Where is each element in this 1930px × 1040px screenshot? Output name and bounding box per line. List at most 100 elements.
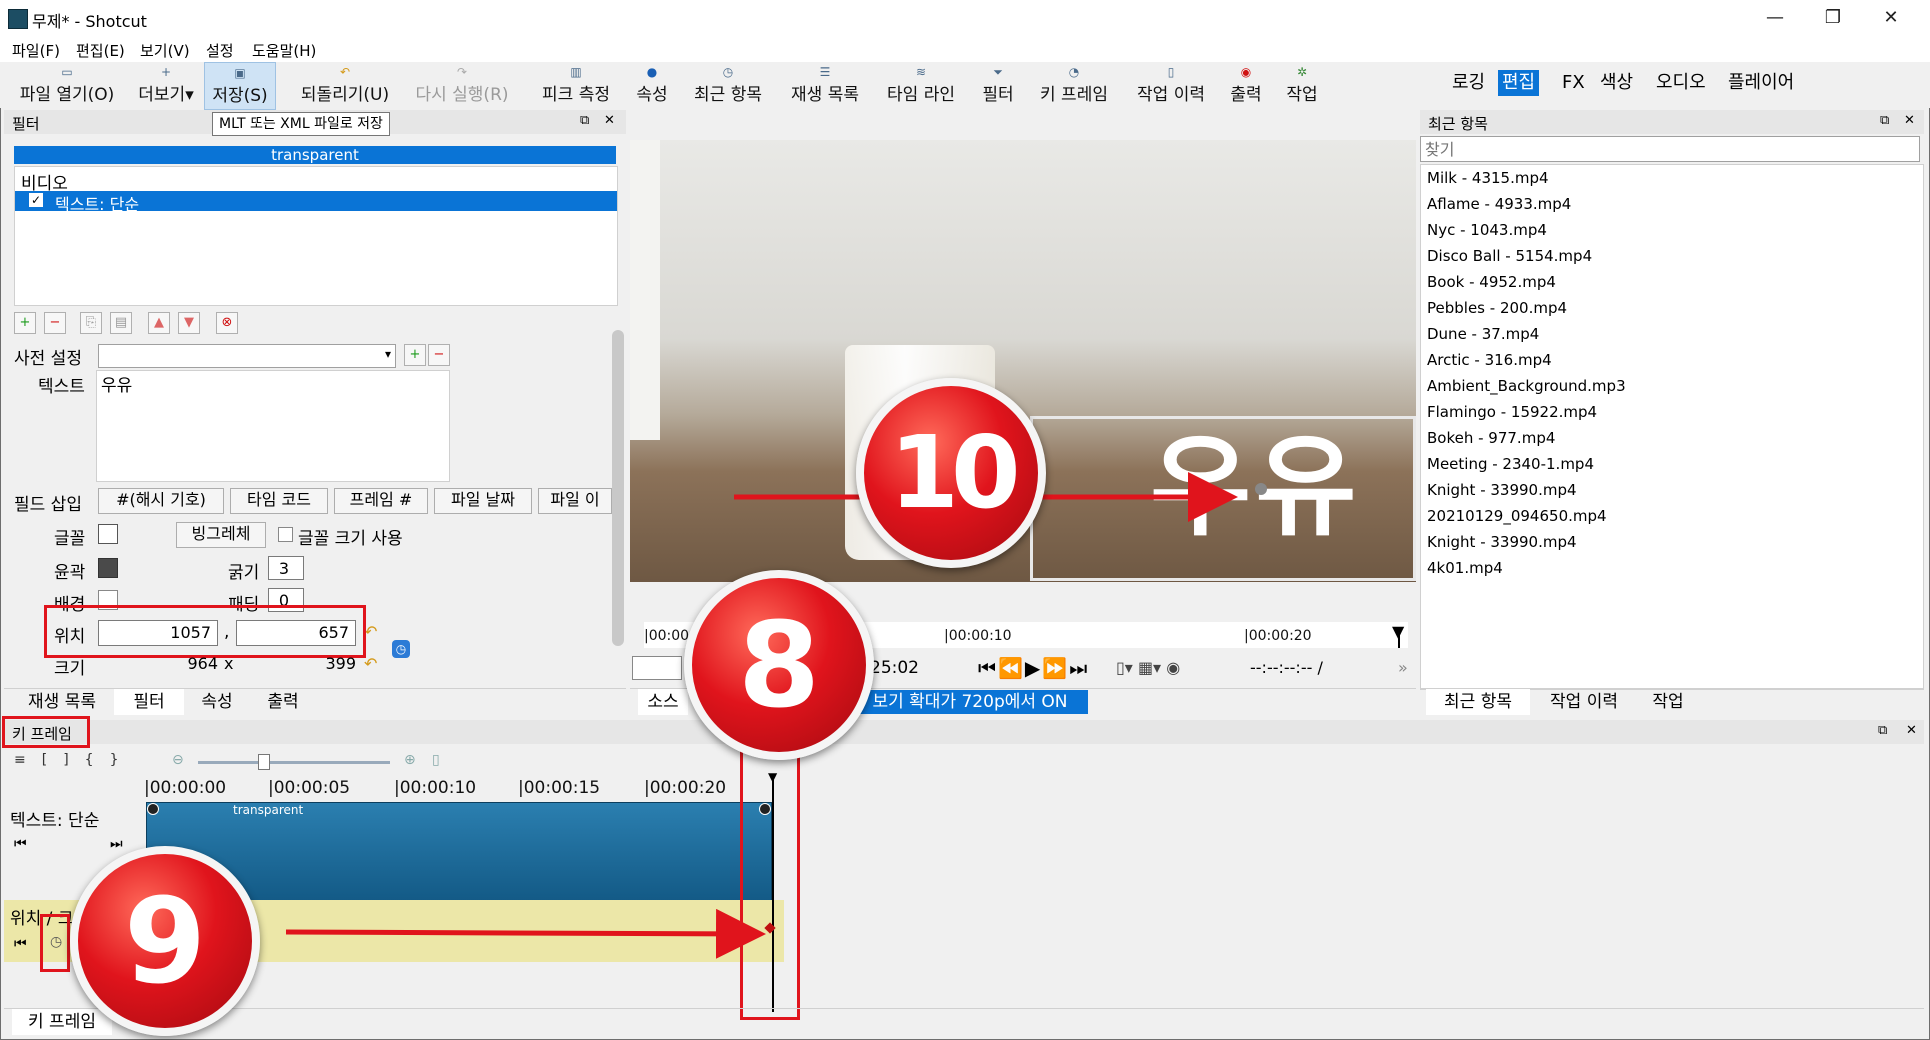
list-item[interactable]: Milk - 4315.mp4 [1421, 165, 1923, 191]
tab-properties[interactable]: 속성 [184, 689, 250, 715]
close-icon[interactable]: ✕ [604, 113, 615, 128]
recent-search-input[interactable] [1420, 136, 1920, 162]
prev-keyframe-icon[interactable]: ⏮ [14, 936, 27, 952]
size-width-input[interactable]: 964 [98, 654, 218, 673]
list-item[interactable]: Flamingo - 15922.mp4 [1421, 399, 1923, 425]
workspace-audio[interactable]: 오디오 [1652, 70, 1710, 96]
list-item[interactable]: Arctic - 316.mp4 [1421, 347, 1923, 373]
preset-select[interactable]: ▾ [98, 344, 396, 368]
list-item[interactable]: Nyc - 1043.mp4 [1421, 217, 1923, 243]
move-up-icon[interactable]: ▲ [148, 312, 170, 334]
skip-next-icon[interactable]: ⏭ [1069, 656, 1089, 680]
tab-keyframes[interactable]: 키 프레임 [12, 1009, 112, 1035]
outline-color-swatch[interactable] [98, 558, 118, 578]
undo-button[interactable]: ↶ 되돌리기(U) [292, 62, 398, 108]
float-icon[interactable]: ⧉ [580, 113, 589, 128]
copy-icon[interactable]: ⎘ [80, 312, 102, 334]
list-item[interactable]: Pebbles - 200.mp4 [1421, 295, 1923, 321]
export-button[interactable]: ◉ 출력 [1226, 62, 1266, 108]
workspace-fx[interactable]: FX [1558, 70, 1589, 96]
workspace-editing[interactable]: 편집 [1498, 70, 1540, 96]
list-item[interactable]: Knight - 33990.mp4 [1421, 477, 1923, 503]
volume-icon[interactable]: ◉ [1166, 658, 1180, 677]
timeline-button[interactable]: ≋ 타임 라인 [880, 62, 962, 108]
list-item[interactable]: Aflame - 4933.mp4 [1421, 191, 1923, 217]
restore-button[interactable]: ❐ [1810, 4, 1856, 32]
mark-in-icon[interactable]: [ [42, 752, 63, 768]
reset-position-icon[interactable]: ↶ [364, 622, 377, 641]
font-size-checkbox[interactable] [278, 527, 293, 542]
list-item[interactable]: Meeting - 2340-1.mp4 [1421, 451, 1923, 477]
menu-edit[interactable]: 편집(E) [76, 40, 125, 61]
menu-icon[interactable]: ≡ [14, 752, 42, 768]
add-filter-icon[interactable]: + [14, 312, 36, 334]
tab-jobs[interactable]: 작업 [1638, 689, 1698, 715]
menu-view[interactable]: 보기(V) [140, 40, 190, 61]
peak-meter-button[interactable]: ▥ 피크 측정 [536, 62, 616, 108]
playlist-button[interactable]: ☰ 재생 목록 [782, 62, 868, 108]
move-down-icon[interactable]: ▼ [178, 312, 200, 334]
mark-out-icon[interactable]: ] [63, 752, 84, 768]
properties-button[interactable]: ● 속성 [632, 62, 672, 108]
deselect-icon[interactable]: ⊗ [216, 312, 238, 334]
grid-icon[interactable]: ▦▾ [1138, 658, 1161, 677]
rewind-icon[interactable]: ⏪ [998, 656, 1025, 680]
save-button[interactable]: ▣ 저장(S) [204, 62, 276, 110]
clip-keyframe[interactable] [147, 803, 159, 815]
zoom-slider[interactable] [198, 761, 390, 764]
close-icon[interactable]: ✕ [1906, 723, 1917, 738]
insert-date-button[interactable]: 파일 날짜 [434, 488, 532, 514]
menu-settings[interactable]: 설정 [206, 40, 234, 61]
list-item[interactable]: Ambient_Background.mp3 [1421, 373, 1923, 399]
more-icon[interactable]: » [1398, 658, 1408, 677]
list-item[interactable]: Bokeh - 977.mp4 [1421, 425, 1923, 451]
list-item[interactable]: Dune - 37.mp4 [1421, 321, 1923, 347]
menu-file[interactable]: 파일(F) [12, 40, 60, 61]
tab-history[interactable]: 작업 이력 [1532, 689, 1636, 715]
filters-button[interactable]: ⏷ 필터 [976, 62, 1020, 108]
player-position-field[interactable] [632, 656, 682, 680]
remove-filter-icon[interactable]: − [44, 312, 66, 334]
close-icon[interactable]: ✕ [1904, 113, 1915, 128]
list-item[interactable]: 20210129_094650.mp4 [1421, 503, 1923, 529]
tab-filters[interactable]: 필터 [114, 689, 184, 715]
open-file-button[interactable]: ▭ 파일 열기(O) [12, 62, 122, 108]
filters-scrollbar[interactable] [612, 330, 624, 646]
fast-forward-icon[interactable]: ⏩ [1042, 656, 1069, 680]
zoom-out-icon[interactable]: ⊖ [172, 752, 184, 768]
float-icon[interactable]: ⧉ [1880, 113, 1889, 128]
skip-previous-icon[interactable]: ⏮ [978, 656, 998, 680]
delete-preset-icon[interactable]: − [428, 344, 450, 366]
keyframes-button[interactable]: ◔ 키 프레임 [1032, 62, 1116, 108]
text-input[interactable]: 우유 [96, 370, 450, 482]
jobs-button[interactable]: ✲ 작업 [1282, 62, 1322, 108]
seek-prev-icon[interactable]: { [85, 752, 110, 768]
zoom-fit-icon[interactable]: ▯ [432, 752, 440, 768]
prev-keyframe-icon[interactable]: ⏮ [14, 836, 27, 852]
position-handle[interactable] [1255, 483, 1267, 495]
zoom-icon[interactable]: ▯▾ [1116, 658, 1133, 677]
list-item[interactable]: 4k01.mp4 [1421, 555, 1923, 581]
insert-hash-button[interactable]: #(해시 기호) [98, 488, 224, 514]
zoom-in-icon[interactable]: ⊕ [404, 752, 416, 768]
save-preset-icon[interactable]: + [404, 344, 426, 366]
filter-item[interactable]: ✓ 텍스트: 단순 [15, 191, 617, 214]
next-keyframe-icon[interactable]: ⏭ [110, 836, 123, 852]
tab-recent[interactable]: 최근 항목 [1426, 689, 1530, 715]
reset-size-icon[interactable]: ↶ [364, 654, 377, 673]
tab-playlist[interactable]: 재생 목록 [10, 689, 114, 715]
font-color-swatch[interactable] [98, 524, 118, 544]
filter-enable-checkbox[interactable]: ✓ [29, 193, 43, 207]
history-button[interactable]: ▯ 작업 이력 [1130, 62, 1212, 108]
tab-source[interactable]: 소스 [638, 689, 688, 715]
workspace-logging[interactable]: 로깅 [1448, 70, 1489, 96]
workspace-color[interactable]: 색상 [1596, 70, 1637, 96]
size-height-input[interactable]: 399 [236, 654, 356, 673]
recent-button[interactable]: ◷ 최근 항목 [686, 62, 770, 108]
paste-icon[interactable]: ▤ [110, 312, 132, 334]
tab-export[interactable]: 출력 [250, 689, 316, 715]
workspace-player[interactable]: 플레이어 [1724, 70, 1798, 96]
more-button[interactable]: + 더보기▾ [134, 62, 198, 108]
keyframe-toggle-icon[interactable]: ◷ [392, 640, 410, 658]
list-item[interactable]: Knight - 33990.mp4 [1421, 529, 1923, 555]
